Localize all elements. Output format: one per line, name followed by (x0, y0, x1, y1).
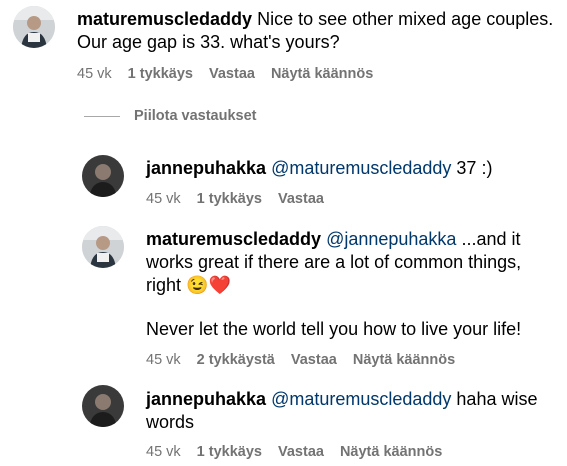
avatar-maturemuscledaddy[interactable] (82, 226, 124, 268)
reply-meta: 45 vk 1 tykkäys Vastaa (146, 191, 340, 207)
avatar-jannepuhakka[interactable] (82, 155, 124, 197)
avatar-maturemuscledaddy[interactable] (13, 6, 55, 48)
reply-mention[interactable]: @jannepuhakka (326, 229, 456, 249)
reply-body: 37 :) (451, 158, 493, 178)
comment-username[interactable]: maturemuscledaddy (77, 9, 252, 29)
reply-text-line2: Never let the world tell you how to live… (146, 319, 522, 339)
reply-text: maturemuscledaddy @jannepuhakka ...and i… (146, 228, 551, 297)
reply-button[interactable]: Vastaa (278, 191, 324, 207)
hide-replies-button[interactable]: Piilota vastaukset (84, 108, 257, 124)
reply-mention[interactable]: @maturemuscledaddy (271, 158, 451, 178)
avatar-image (82, 226, 124, 268)
comment-time[interactable]: 45 vk (77, 66, 112, 82)
avatar-image (13, 6, 55, 48)
hide-replies-label: Piilota vastaukset (134, 108, 257, 124)
reply-username[interactable]: maturemuscledaddy (146, 229, 321, 249)
avatar-image (82, 155, 124, 197)
reply-button[interactable]: Vastaa (291, 352, 337, 368)
translate-button[interactable]: Näytä käännös (271, 66, 373, 82)
reply-username[interactable]: jannepuhakka (146, 158, 266, 178)
reply-button[interactable]: Vastaa (209, 66, 255, 82)
reply-text: jannepuhakka @maturemuscledaddy 37 :) (146, 157, 556, 180)
divider-line (84, 115, 120, 117)
reply-meta: 45 vk 1 tykkäys Vastaa Näytä käännös (146, 444, 458, 460)
comment-text: maturemuscledaddy Nice to see other mixe… (77, 8, 557, 54)
reply-time[interactable]: 45 vk (146, 444, 181, 460)
reply-time[interactable]: 45 vk (146, 191, 181, 207)
heart-emoji: ❤️ (208, 275, 231, 295)
reply-button[interactable]: Vastaa (278, 444, 324, 460)
wink-emoji: 😉 (186, 275, 209, 295)
translate-button[interactable]: Näytä käännös (353, 352, 455, 368)
reply-text: jannepuhakka @maturemuscledaddy haha wis… (146, 388, 546, 434)
likes-count[interactable]: 2 tykkäystä (197, 352, 275, 368)
reply-time[interactable]: 45 vk (146, 352, 181, 368)
comment-meta: 45 vk 1 tykkäys Vastaa Näytä käännös (77, 66, 389, 82)
reply-mention[interactable]: @maturemuscledaddy (271, 389, 451, 409)
translate-button[interactable]: Näytä käännös (340, 444, 442, 460)
avatar-jannepuhakka[interactable] (82, 385, 124, 427)
likes-count[interactable]: 1 tykkäys (128, 66, 193, 82)
avatar-image (82, 385, 124, 427)
likes-count[interactable]: 1 tykkäys (197, 191, 262, 207)
likes-count[interactable]: 1 tykkäys (197, 444, 262, 460)
reply-username[interactable]: jannepuhakka (146, 389, 266, 409)
reply-meta: 45 vk 2 tykkäystä Vastaa Näytä käännös (146, 352, 471, 368)
